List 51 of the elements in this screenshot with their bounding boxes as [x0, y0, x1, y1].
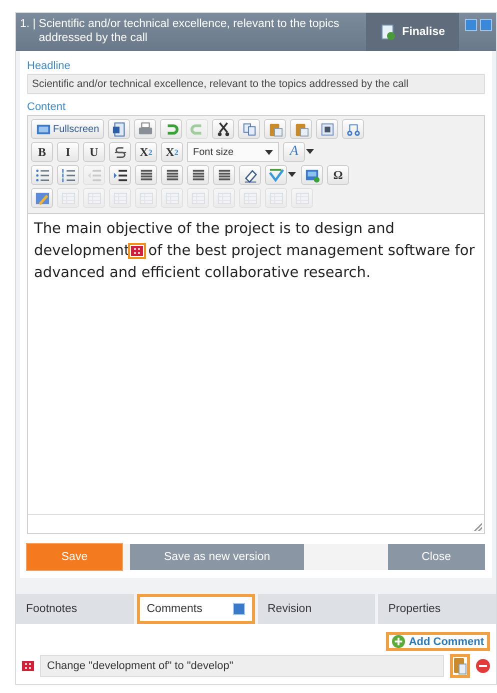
indent-icon[interactable]	[109, 165, 131, 185]
document-icon[interactable]	[108, 119, 130, 139]
content-text: The main objective of the project is to design and development of the best project management software for advanced and efficient collaborative research.	[34, 220, 476, 283]
copy-icon[interactable]	[238, 119, 260, 139]
plus-icon	[392, 635, 405, 648]
document-icon	[380, 24, 396, 40]
comment-marker-icon	[22, 661, 34, 671]
headline-field[interactable]: Scientific and/or technical excellence, relevant to the topics addressed by the call	[27, 74, 485, 94]
text-color-button[interactable]: A	[283, 142, 305, 162]
add-comment-button[interactable]: Add Comment	[386, 632, 490, 651]
align-icon[interactable]	[161, 165, 183, 185]
spellcheck-icon[interactable]	[265, 165, 287, 185]
scissors-icon[interactable]	[212, 119, 234, 139]
fullscreen-button[interactable]: Fullscreen	[31, 119, 104, 139]
anchor-icon[interactable]	[342, 119, 364, 139]
pencil-icon[interactable]	[31, 188, 53, 208]
field-label: Headline	[27, 60, 72, 72]
minimize-icon[interactable]	[465, 19, 477, 31]
align-icon[interactable]	[187, 165, 209, 185]
numbered-list-icon[interactable]	[57, 165, 79, 185]
editor-area[interactable]: The main objective of the project is to design and development of the best project management software for advanced and efficient collaborative research.	[28, 213, 484, 514]
field-label: Content	[27, 101, 67, 113]
close-icon[interactable]	[480, 19, 492, 31]
tab-indicator-icon	[232, 603, 244, 615]
tab[interactable]: Revision	[258, 594, 376, 624]
align-icon[interactable]	[213, 165, 235, 185]
clipboard-icon[interactable]	[450, 654, 470, 678]
align-icon[interactable]	[135, 165, 157, 185]
tab[interactable]: Footnotes	[16, 594, 134, 624]
clipboard-icon[interactable]	[290, 119, 312, 139]
undo-icon[interactable]	[160, 119, 182, 139]
remove-icon[interactable]	[476, 659, 490, 673]
eraser-icon[interactable]	[239, 165, 261, 185]
comment-marker-icon[interactable]	[130, 245, 144, 257]
format-button[interactable]: B	[31, 142, 53, 162]
tab[interactable]: Properties	[378, 594, 496, 624]
strikethrough-icon[interactable]	[109, 142, 131, 162]
section-title: Scientific and/or technical excellence, relevant to the topics addressed by the call	[38, 17, 340, 46]
image-icon[interactable]	[301, 165, 323, 185]
printer-icon[interactable]	[134, 119, 156, 139]
find-icon[interactable]	[316, 119, 338, 139]
format-button[interactable]: U	[83, 142, 105, 162]
format-button[interactable]: Ω	[327, 165, 349, 185]
bulleted-list-icon[interactable]	[31, 165, 53, 185]
tab[interactable]: Comments	[136, 594, 254, 624]
font-size-dropdown[interactable]: Font size	[187, 142, 279, 162]
format-button[interactable]: I	[57, 142, 79, 162]
comment-field[interactable]: Change "development of" to "develop"	[40, 655, 444, 677]
finalise-button[interactable]: Finalise	[366, 13, 459, 51]
clipboard-icon[interactable]	[264, 119, 286, 139]
item-number: 1. |	[20, 17, 36, 32]
